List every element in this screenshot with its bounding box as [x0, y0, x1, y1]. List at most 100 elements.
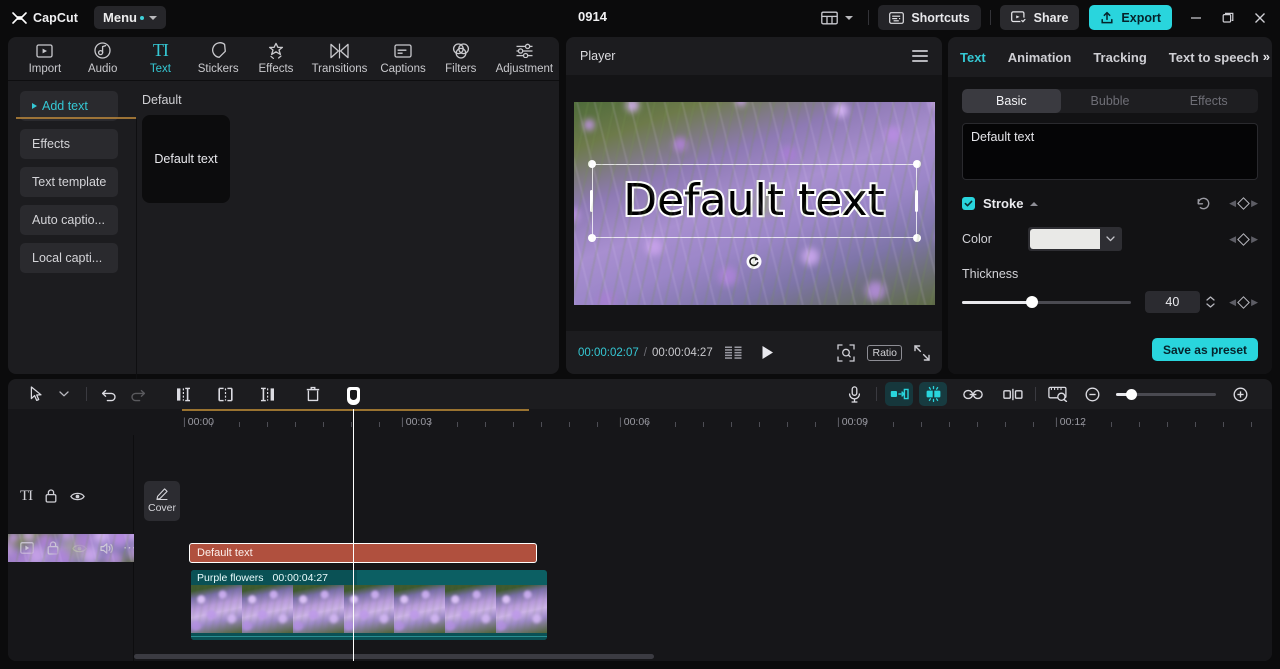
share-button[interactable]: Share	[999, 5, 1080, 30]
thumbnail-preview-icon[interactable]	[1044, 382, 1072, 406]
resize-handle-bottom-left[interactable]	[587, 233, 596, 242]
resize-handle-bottom-right[interactable]	[912, 233, 921, 242]
tab-animation[interactable]: Animation	[1008, 50, 1072, 65]
timeline-ruler[interactable]: 00:00 00:03 00:06 00:09 00:12	[8, 409, 1272, 435]
timeline-clip-text[interactable]: Default text	[189, 543, 537, 563]
rotate-handle-icon[interactable]	[746, 253, 762, 269]
keyframe-diamond-icon[interactable]	[1237, 197, 1250, 210]
sidebar-item-auto-captions[interactable]: Auto captio...	[20, 205, 118, 235]
keyframe-control[interactable]: ◀ ▶	[1229, 197, 1258, 210]
timeline-zoom-slider[interactable]	[1116, 388, 1216, 400]
chevron-up-icon[interactable]	[1030, 201, 1039, 206]
slider-knob[interactable]	[1026, 296, 1038, 308]
tab-captions[interactable]: Captions	[374, 41, 432, 80]
keyframe-prev-icon[interactable]: ◀	[1229, 198, 1236, 209]
resize-handle-right[interactable]	[915, 189, 918, 212]
shortcuts-button[interactable]: Shortcuts	[878, 5, 981, 30]
stage-text-overlay[interactable]: Default text	[621, 176, 887, 224]
cursor-select-icon[interactable]	[22, 382, 50, 406]
delete-icon[interactable]	[299, 382, 327, 406]
minimize-button[interactable]	[1180, 0, 1212, 35]
thickness-value[interactable]: 40	[1145, 291, 1200, 313]
ratio-button[interactable]: Ratio	[867, 344, 902, 361]
tab-import[interactable]: Import	[16, 41, 74, 80]
timeline-scrollbar[interactable]	[134, 654, 1270, 659]
fullscreen-icon[interactable]	[914, 344, 930, 361]
redo-icon[interactable]	[123, 382, 151, 406]
lock-icon[interactable]	[45, 489, 57, 503]
trim-right-icon[interactable]	[253, 382, 281, 406]
color-swatch[interactable]	[1030, 229, 1100, 249]
trim-left-icon[interactable]	[169, 382, 197, 406]
chevron-down-icon[interactable]	[1100, 236, 1120, 242]
stroke-enabled-checkbox[interactable]	[962, 197, 975, 210]
zoom-in-icon[interactable]	[1226, 382, 1254, 406]
thickness-slider[interactable]	[962, 296, 1132, 308]
video-preview[interactable]: Default text	[573, 101, 935, 305]
zoom-preview-icon[interactable]	[837, 343, 856, 362]
sidebar-item-text-template[interactable]: Text template	[20, 167, 118, 197]
keyframe-next-icon[interactable]: ▶	[1251, 234, 1258, 245]
resize-handle-top-right[interactable]	[912, 159, 921, 168]
more-icon[interactable]: ⋯	[123, 540, 134, 556]
layout-button[interactable]	[815, 6, 859, 30]
tab-stickers[interactable]: Stickers	[189, 41, 247, 80]
current-timecode[interactable]: 00:00:02:07	[578, 347, 639, 359]
tab-filters[interactable]: Filters	[432, 41, 490, 80]
tab-text-inspector[interactable]: Text	[960, 50, 986, 65]
play-button[interactable]	[761, 345, 774, 360]
eye-icon[interactable]	[70, 491, 86, 502]
crop-icon[interactable]	[999, 382, 1027, 406]
zoom-slider-knob[interactable]	[1126, 388, 1137, 400]
playhead[interactable]	[347, 387, 360, 661]
sidebar-item-effects[interactable]: Effects	[20, 129, 118, 159]
color-picker[interactable]	[1028, 227, 1122, 251]
tab-audio[interactable]: Audio	[74, 41, 132, 80]
thickness-stepper[interactable]	[1204, 296, 1218, 308]
text-content-input[interactable]: Default text	[962, 123, 1258, 180]
keyframe-diamond-icon[interactable]	[1237, 232, 1250, 246]
select-tool-dropdown[interactable]	[50, 382, 78, 406]
text-selection-box[interactable]: Default text	[587, 159, 921, 242]
snap-icon[interactable]	[919, 382, 947, 406]
thickness-keyframe-control[interactable]: ◀ ▶	[1229, 295, 1258, 309]
export-button[interactable]: Export	[1089, 5, 1172, 30]
text-preset-default[interactable]: Default text	[142, 115, 230, 203]
menu-button[interactable]: Menu	[94, 6, 166, 29]
tab-transitions[interactable]: Transitions	[305, 41, 374, 80]
tab-effects[interactable]: Effects	[247, 41, 305, 80]
split-icon[interactable]	[211, 382, 239, 406]
resize-handle-top-left[interactable]	[587, 159, 596, 168]
microphone-icon[interactable]	[840, 382, 868, 406]
zoom-out-icon[interactable]	[1078, 382, 1106, 406]
volume-icon[interactable]	[100, 542, 114, 555]
reset-icon[interactable]	[1196, 196, 1211, 211]
lock-icon[interactable]	[47, 541, 59, 555]
keyframe-prev-icon[interactable]: ◀	[1229, 297, 1236, 308]
tabs-overflow-icon[interactable]: »	[1263, 49, 1270, 64]
segment-basic[interactable]: Basic	[962, 89, 1061, 113]
undo-icon[interactable]	[95, 382, 123, 406]
keyframe-next-icon[interactable]: ▶	[1251, 198, 1258, 209]
close-button[interactable]	[1244, 0, 1276, 35]
scrollbar-thumb[interactable]	[134, 654, 654, 659]
link-icon[interactable]	[959, 382, 987, 406]
timeline-clip-video[interactable]: Purple flowers 00:00:04:27	[191, 570, 547, 640]
mirror-icon[interactable]	[885, 382, 913, 406]
keyframe-next-icon[interactable]: ▶	[1251, 297, 1258, 308]
frames-icon[interactable]	[724, 346, 743, 359]
resize-handle-left[interactable]	[590, 189, 593, 212]
segment-bubble[interactable]: Bubble	[1061, 89, 1160, 113]
color-keyframe-control[interactable]: ◀ ▶	[1229, 232, 1258, 246]
segment-effects[interactable]: Effects	[1159, 89, 1258, 113]
tab-tracking[interactable]: Tracking	[1093, 50, 1146, 65]
keyframe-prev-icon[interactable]: ◀	[1229, 234, 1236, 245]
sidebar-item-local-captions[interactable]: Local capti...	[20, 243, 118, 273]
eye-icon[interactable]	[72, 543, 87, 554]
cover-button[interactable]: Cover	[144, 481, 180, 521]
maximize-button[interactable]	[1212, 0, 1244, 35]
keyframe-diamond-icon[interactable]	[1237, 295, 1250, 309]
tab-text-to-speech[interactable]: Text to speech	[1169, 50, 1259, 65]
playhead-grip[interactable]	[347, 387, 360, 405]
tab-text[interactable]: TI Text	[132, 41, 190, 80]
